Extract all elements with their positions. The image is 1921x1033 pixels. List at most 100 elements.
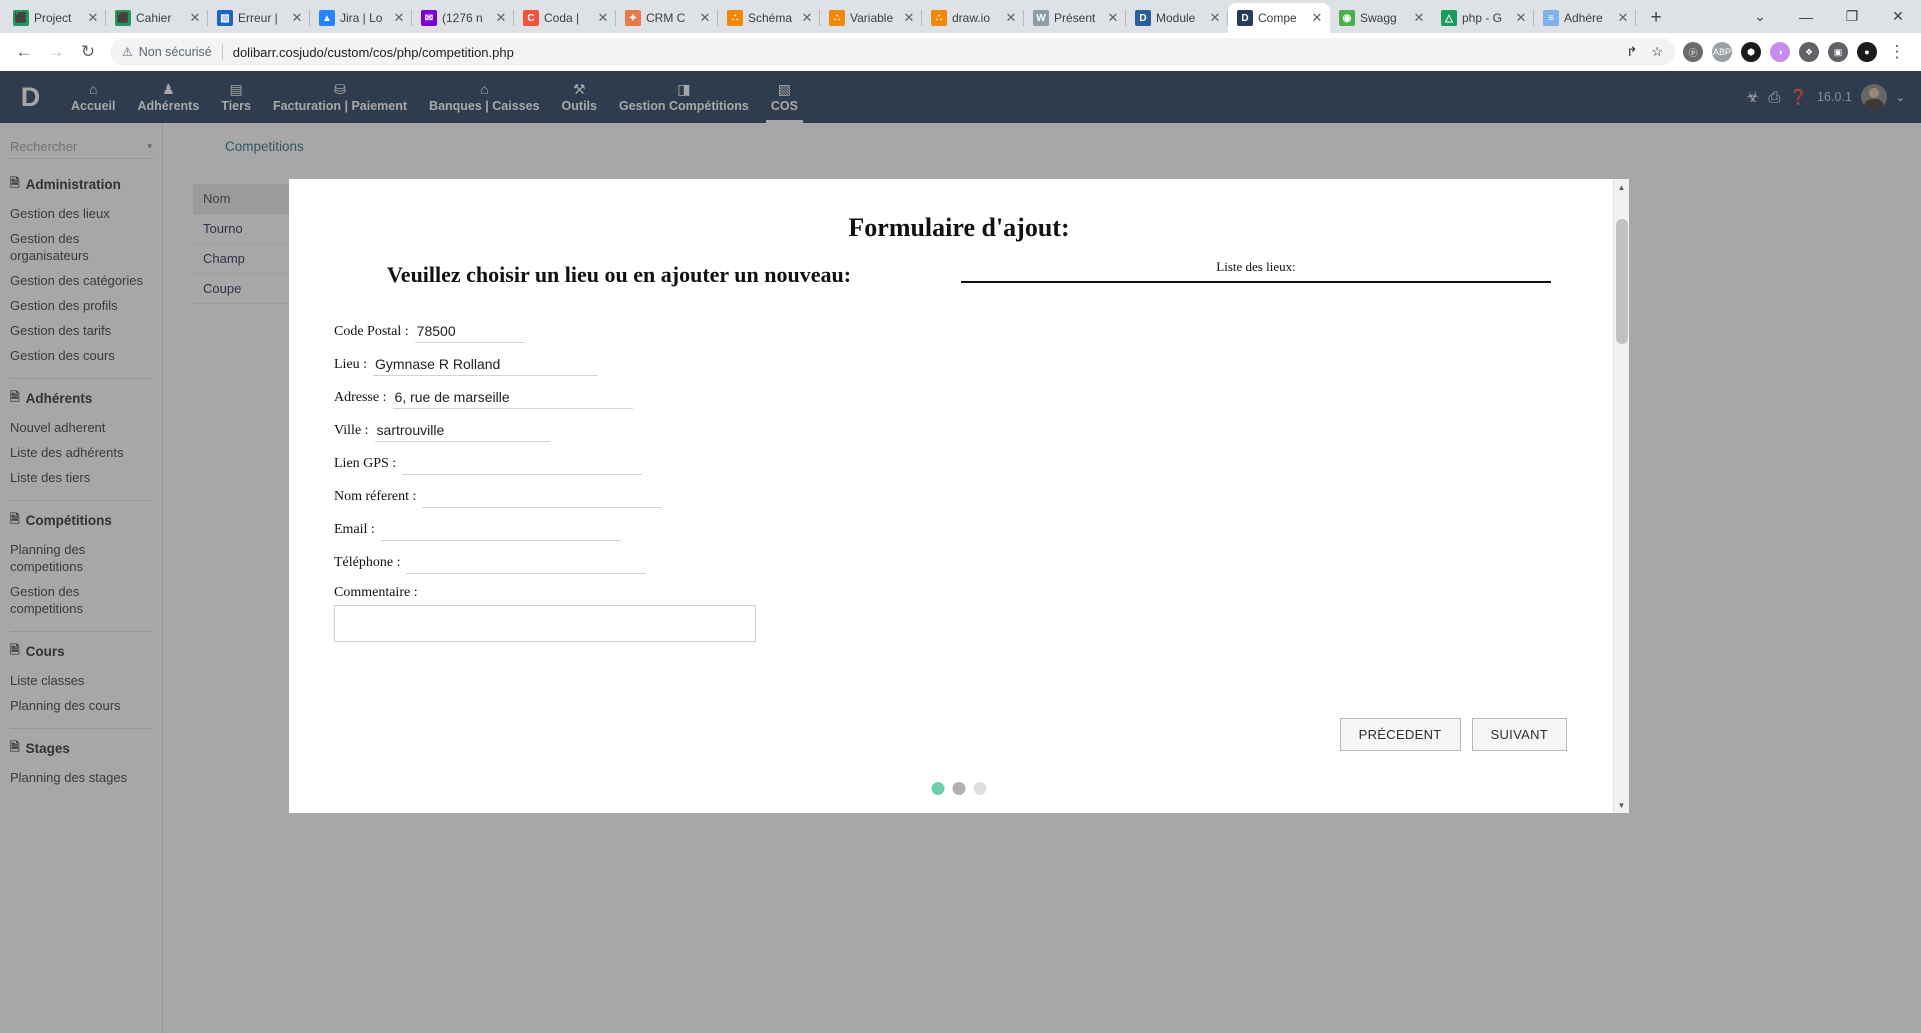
browser-tab[interactable]: ✉ (1276 n ✕: [412, 3, 514, 33]
close-window-button[interactable]: ✕: [1875, 0, 1921, 33]
drive-icon: ⬛: [13, 10, 29, 26]
telephone-input[interactable]: [406, 551, 647, 574]
close-icon[interactable]: ✕: [1208, 10, 1222, 25]
close-icon[interactable]: ✕: [596, 10, 610, 25]
tab-strip: ⬛ Project ✕ ⬛ Cahier ✕ ▧ Erreur | ✕ ▲ Jira | Lo ✕ ✉ (…: [0, 0, 1921, 33]
close-icon[interactable]: ✕: [290, 10, 304, 25]
close-icon[interactable]: ✕: [1310, 10, 1324, 25]
nom-referent-input[interactable]: [422, 485, 663, 508]
previous-button[interactable]: PRÉCEDENT: [1339, 718, 1461, 751]
browser-tab[interactable]: ⬛ Cahier ✕: [106, 3, 208, 33]
comment-textarea[interactable]: [334, 604, 756, 642]
scroll-up-arrow[interactable]: ▲: [1614, 179, 1629, 195]
browser-tab[interactable]: D Module ✕: [1126, 3, 1228, 33]
minimize-button[interactable]: —: [1783, 0, 1829, 33]
modal-inner: ▲ ▼ Formulaire d'ajout: Liste des lieux:…: [289, 179, 1629, 813]
form-row-email: Email :: [334, 518, 909, 541]
browser-tab[interactable]: ∴ draw.io ✕: [922, 3, 1024, 33]
scroll-down-arrow[interactable]: ▼: [1614, 797, 1629, 813]
tab-title: Project: [34, 11, 72, 25]
browser-tab[interactable]: ▲ Jira | Lo ✕: [310, 3, 412, 33]
bookmark-star-icon[interactable]: ☆: [1651, 44, 1663, 60]
browser-tab[interactable]: W Présent ✕: [1024, 3, 1126, 33]
email-input[interactable]: [380, 518, 621, 541]
close-icon[interactable]: ✕: [1616, 10, 1630, 25]
security-label: Non sécurisé: [138, 45, 212, 59]
browser-tab[interactable]: ∴ Variable ✕: [820, 3, 922, 33]
browser-chrome: ⬛ Project ✕ ⬛ Cahier ✕ ▧ Erreur | ✕ ▲ Jira | Lo ✕ ✉ (…: [0, 0, 1921, 71]
drawio-icon: ∴: [829, 10, 845, 26]
url-text: dolibarr.cosjudo/custom/cos/php/competit…: [232, 44, 514, 60]
tab-title: php - G: [1462, 11, 1503, 25]
profile-avatar[interactable]: ●: [1857, 42, 1877, 62]
scrollbar-thumb[interactable]: [1616, 219, 1628, 344]
step-dot-2[interactable]: [952, 782, 966, 795]
tab-title: Variable: [850, 11, 894, 25]
maximize-button[interactable]: ❐: [1829, 0, 1875, 33]
lien-gps-input[interactable]: [402, 452, 643, 475]
browser-menu-button[interactable]: ⋮: [1881, 36, 1913, 68]
close-icon[interactable]: ✕: [494, 10, 508, 25]
pinterest-extension[interactable]: ⓟ: [1683, 42, 1703, 62]
mail-icon: ✉: [421, 10, 437, 26]
ville-input[interactable]: [374, 419, 550, 442]
dolibarr-app: D ⌂ Accueil ♟ Adhérents ▤ Tiers ⛁ Facturation |…: [0, 71, 1921, 1033]
label-lieu: Lieu :: [334, 356, 368, 372]
modal-scrollbar[interactable]: ▲ ▼: [1613, 179, 1629, 813]
forward-button[interactable]: →: [40, 36, 72, 68]
close-icon[interactable]: ✕: [1106, 10, 1120, 25]
window-controls: ⌄ — ❐ ✕: [1737, 0, 1921, 33]
label-telephone: Téléphone :: [334, 554, 401, 570]
drive-icon: △: [1441, 10, 1457, 26]
browser-tab[interactable]: D Compe ✕: [1228, 3, 1330, 33]
close-icon[interactable]: ✕: [1004, 10, 1018, 25]
browser-tab[interactable]: ◉ Swagg ✕: [1330, 3, 1432, 33]
close-icon[interactable]: ✕: [800, 10, 814, 25]
step-dot-1[interactable]: [931, 782, 945, 795]
step-dot-3[interactable]: [973, 782, 987, 795]
browser-tab[interactable]: ∴ Schéma ✕: [718, 3, 820, 33]
adresse-input[interactable]: [392, 386, 633, 409]
metamask-extension[interactable]: ⬢: [1741, 42, 1761, 62]
label-ville: Ville :: [334, 422, 369, 438]
tab-title: Module: [1156, 11, 1196, 25]
colorpick-extension[interactable]: ◑: [1770, 42, 1790, 62]
close-icon[interactable]: ✕: [86, 10, 100, 25]
close-icon[interactable]: ✕: [1514, 10, 1528, 25]
puzzle-extensions[interactable]: ❖: [1799, 42, 1819, 62]
adblock-extension[interactable]: ABP: [1712, 42, 1732, 62]
close-icon[interactable]: ✕: [698, 10, 712, 25]
add-location-modal: ▲ ▼ Formulaire d'ajout: Liste des lieux:…: [289, 179, 1629, 813]
browser-tab[interactable]: ✦ CRM C ✕: [616, 3, 718, 33]
lieu-input[interactable]: [373, 353, 599, 376]
new-tab-button[interactable]: +: [1642, 4, 1670, 32]
code-postal-input[interactable]: [414, 320, 525, 343]
reload-button[interactable]: ↻: [72, 36, 104, 68]
form-row-adresse: Adresse :: [334, 386, 909, 409]
tab-title: Schéma: [748, 11, 793, 25]
locations-list-label: Liste des lieux:: [1216, 259, 1296, 274]
list-all-tabs-button[interactable]: ⌄: [1737, 0, 1783, 33]
address-bar[interactable]: ⚠ Non sécurisé dolibarr.cosjudo/custom/c…: [110, 38, 1675, 66]
form-row-lien-gps: Lien GPS :: [334, 452, 909, 475]
label-code-postal: Code Postal :: [334, 323, 409, 339]
browser-toolbar: ← → ↻ ⚠ Non sécurisé dolibarr.cosjudo/cu…: [0, 33, 1921, 71]
close-icon[interactable]: ✕: [1412, 10, 1426, 25]
browser-tab[interactable]: △ php - G ✕: [1432, 3, 1534, 33]
share-icon[interactable]: ↱: [1626, 44, 1637, 60]
browser-tab[interactable]: C Coda | ✕: [514, 3, 616, 33]
sidepanel-icon[interactable]: ▣: [1828, 42, 1848, 62]
calc-icon: ≡: [1543, 10, 1559, 26]
browser-tab[interactable]: ⬛ Project ✕: [4, 3, 106, 33]
close-icon[interactable]: ✕: [902, 10, 916, 25]
browser-tab[interactable]: ▧ Erreur | ✕: [208, 3, 310, 33]
locations-list-section: Liste des lieux:: [961, 259, 1551, 283]
modal-action-buttons: PRÉCEDENT SUIVANT: [1339, 718, 1567, 751]
close-icon[interactable]: ✕: [392, 10, 406, 25]
next-button[interactable]: SUIVANT: [1471, 718, 1567, 751]
browser-tab[interactable]: ≡ Adhére ✕: [1534, 3, 1636, 33]
close-icon[interactable]: ✕: [188, 10, 202, 25]
back-button[interactable]: ←: [8, 36, 40, 68]
drawio-icon: ∴: [727, 10, 743, 26]
dolibarr-icon: D: [1237, 10, 1253, 26]
